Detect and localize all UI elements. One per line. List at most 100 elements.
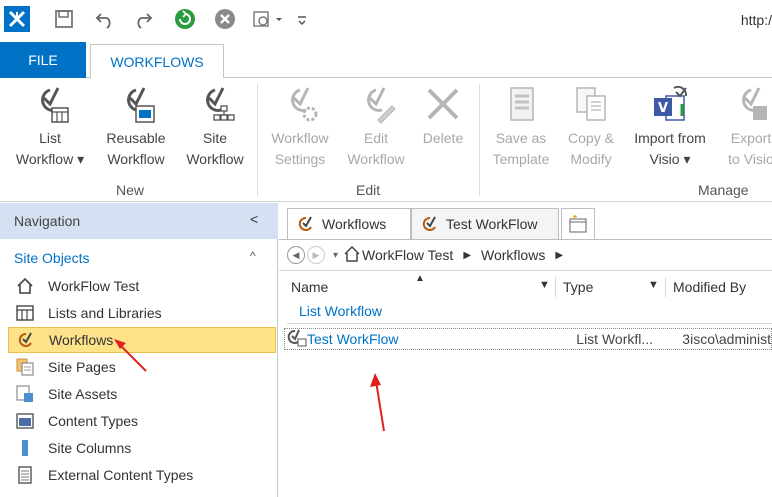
import-from-visio-button[interactable]: V Import from Visio ▾ [624, 84, 716, 170]
history-dropdown-icon[interactable]: ▾ [333, 250, 338, 261]
workflow-settings-icon [291, 87, 318, 122]
preview-icon[interactable] [252, 6, 286, 32]
nav-item-lists-and-libraries[interactable]: Lists and Libraries [8, 300, 276, 326]
nav-item-content-types[interactable]: Content Types [8, 408, 276, 434]
delete-button[interactable]: Delete [414, 84, 472, 149]
reusable-workflow-button[interactable]: Reusable Workflow [96, 84, 176, 170]
list-icon [14, 303, 36, 323]
delete-label: Delete [422, 130, 464, 146]
breadcrumb: ◀ ▶ ▾ WorkFlow Test ▶ Workflows ▶ [279, 239, 772, 271]
group-label-manage: Manage [698, 182, 749, 198]
nav-item-label: External Content Types [48, 467, 194, 483]
app-logo-icon[interactable] [4, 6, 30, 32]
column-type[interactable]: Type [563, 279, 593, 295]
list-workflow-icon [41, 87, 69, 123]
breadcrumb-site[interactable]: WorkFlow Test [362, 247, 453, 263]
nav-item-external-content-types[interactable]: External Content Types [8, 462, 276, 488]
list-workflow-button[interactable]: List Workflow ▾ [10, 84, 90, 170]
import-visio-label-2: Visio ▾ [649, 151, 691, 167]
edit-workflow-button[interactable]: Edit Workflow [338, 84, 414, 170]
breadcrumb-workflows[interactable]: Workflows [481, 247, 545, 263]
reusable-workflow-label-1: Reusable [106, 130, 166, 146]
column-separator [665, 277, 666, 297]
table-row[interactable]: Test WorkFlow List Workfl... 3isco\admin… [284, 328, 772, 350]
workflow-icon [298, 216, 314, 232]
home-icon [344, 245, 360, 265]
undo-icon[interactable] [94, 6, 116, 32]
workflow-settings-label-1: Workflow [271, 130, 329, 146]
annotation-arrow-icon [114, 339, 147, 372]
import-visio-icon: V [654, 85, 688, 121]
export-to-visio-button[interactable]: Export to Visio [716, 84, 772, 170]
pages-icon [14, 357, 36, 377]
nav-header: Navigation < [0, 203, 278, 239]
column-headers: Name ▲ ▼ Type ▼ Modified By [279, 273, 772, 301]
doc-tab-label: Test WorkFlow [446, 216, 538, 232]
breadcrumb-separator-icon: ▶ [463, 249, 472, 261]
redo-icon[interactable] [132, 6, 154, 32]
copy-modify-label-2: Modify [570, 151, 612, 167]
document-area: Workflows Test WorkFlow ◀ ▶ ▾ WorkFlow T… [279, 203, 772, 497]
external-content-icon [14, 465, 36, 485]
column-modified-by[interactable]: Modified By [673, 279, 746, 295]
group-separator [257, 84, 258, 196]
nav-item-label: Workflows [49, 332, 114, 348]
nav-item-label: Site Pages [48, 359, 116, 375]
row-name[interactable]: Test WorkFlow [307, 331, 550, 347]
nav-section-site-objects[interactable]: Site Objects [14, 250, 89, 266]
copy-modify-button[interactable]: Copy & Modify [558, 84, 624, 170]
tab-workflows-doc[interactable]: Workflows [287, 208, 411, 239]
tab-test-workflow[interactable]: Test WorkFlow [411, 208, 559, 239]
list-workflow-label-1: List [39, 130, 61, 146]
tab-file[interactable]: FILE [0, 42, 86, 78]
customize-qat-icon[interactable] [296, 6, 308, 32]
collapse-nav-icon[interactable]: < [250, 211, 258, 227]
ribbon-tabs: FILE WORKFLOWS [0, 42, 772, 79]
new-tab-button[interactable] [561, 208, 595, 239]
doc-tab-label: Workflows [322, 216, 387, 232]
sort-ascending-icon: ▲ [415, 273, 425, 284]
export-visio-label-1: Export [730, 130, 772, 146]
forward-icon[interactable]: ▶ [307, 246, 325, 264]
refresh-icon[interactable] [174, 6, 196, 32]
copy-modify-label-1: Copy & [568, 130, 614, 146]
tab-workflows[interactable]: WORKFLOWS [90, 44, 224, 79]
save-icon[interactable] [54, 6, 74, 32]
chevron-up-icon[interactable]: ^ [250, 249, 256, 263]
save-as-template-button[interactable]: Save as Template [484, 84, 558, 170]
save-as-template-label-1: Save as [495, 130, 547, 146]
filter-name-icon[interactable]: ▼ [539, 279, 550, 291]
nav-item-site-columns[interactable]: Site Columns [8, 435, 276, 461]
svg-text:V: V [658, 101, 668, 116]
nav-item-label: Content Types [48, 413, 139, 429]
row-type: List Workfl... [576, 331, 654, 347]
column-separator [555, 277, 556, 297]
reusable-workflow-icon [127, 87, 155, 123]
navigation-pane: Navigation < Site Objects ^ WorkFlow Tes… [0, 203, 278, 497]
list-workflow-label-2: Workflow ▾ [15, 151, 85, 167]
group-label-new: New [116, 182, 145, 198]
nav-item-label: Site Assets [48, 386, 118, 402]
group-divider [287, 323, 772, 324]
columns-icon [14, 438, 36, 458]
nav-item-workflow-test[interactable]: WorkFlow Test [8, 273, 276, 299]
site-workflow-label-2: Workflow [186, 151, 244, 167]
reusable-workflow-label-2: Workflow [107, 151, 165, 167]
export-visio-icon [742, 87, 767, 120]
save-as-template-icon [510, 87, 534, 121]
stop-icon[interactable] [214, 6, 236, 32]
filter-type-icon[interactable]: ▼ [648, 279, 659, 291]
group-list-workflow[interactable]: List Workflow [299, 303, 382, 319]
group-label-edit: Edit [356, 182, 381, 198]
import-visio-label-1: Import from [634, 130, 706, 146]
workflow-settings-label-2: Settings [274, 151, 326, 167]
site-workflow-label-1: Site [202, 130, 228, 146]
column-name[interactable]: Name [291, 279, 328, 295]
nav-item-label: Lists and Libraries [48, 305, 162, 321]
list-workflow-icon [287, 329, 307, 350]
back-icon[interactable]: ◀ [287, 246, 305, 264]
nav-title: Navigation [14, 213, 81, 229]
nav-item-site-assets[interactable]: Site Assets [8, 381, 276, 407]
workflow-settings-button[interactable]: Workflow Settings [262, 84, 338, 170]
site-workflow-button[interactable]: Site Workflow [178, 84, 252, 170]
